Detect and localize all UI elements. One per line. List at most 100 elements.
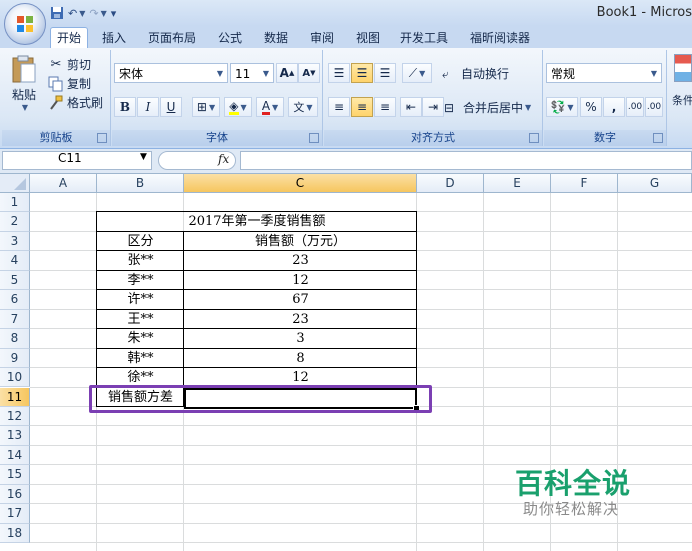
- percent-button[interactable]: %: [580, 97, 602, 117]
- redo-icon[interactable]: ↷ ▼: [89, 5, 106, 21]
- tab-developer[interactable]: 开发工具: [394, 29, 454, 48]
- italic-button[interactable]: I: [137, 97, 159, 117]
- align-right-icon: ≡: [379, 100, 391, 114]
- row-header[interactable]: 14: [0, 445, 30, 466]
- align-top-button[interactable]: ☰: [328, 63, 350, 83]
- comma-button[interactable]: ,: [603, 97, 625, 117]
- orientation-button[interactable]: ⟋ ▼: [402, 63, 432, 83]
- format-painter-button[interactable]: 格式刷: [48, 94, 103, 111]
- header-cell-name[interactable]: 区分: [97, 232, 184, 251]
- row-header[interactable]: 4: [0, 251, 30, 271]
- row-header[interactable]: 9: [0, 348, 30, 369]
- align-bottom-button[interactable]: ☰: [374, 63, 396, 83]
- format-painter-label: 格式刷: [67, 96, 104, 110]
- header-cell-sales[interactable]: 销售额（万元）: [184, 232, 417, 251]
- merge-center-button[interactable]: ⊟ 合并后居中 ▼: [444, 99, 531, 116]
- table-cell-name[interactable]: 韩**: [97, 349, 184, 368]
- align-right-button[interactable]: ≡: [374, 97, 396, 117]
- office-button[interactable]: [4, 3, 46, 45]
- tab-insert[interactable]: 插入: [96, 29, 132, 48]
- increase-decimal-button[interactable]: .00: [626, 97, 644, 117]
- tab-formulas[interactable]: 公式: [212, 29, 248, 48]
- row-header[interactable]: 10: [0, 368, 30, 388]
- tab-page-layout[interactable]: 页面布局: [142, 29, 202, 48]
- table-cell-value[interactable]: 23: [184, 310, 417, 329]
- column-header[interactable]: E: [484, 174, 551, 193]
- column-header[interactable]: D: [417, 174, 484, 193]
- undo-icon[interactable]: ↶ ▼: [68, 5, 85, 21]
- row-header[interactable]: 1: [0, 193, 30, 213]
- table-cell-name[interactable]: 李**: [97, 271, 184, 290]
- table-cell-name[interactable]: 王**: [97, 310, 184, 329]
- row-header[interactable]: 6: [0, 290, 30, 310]
- column-header[interactable]: G: [618, 174, 692, 193]
- decrease-decimal-button[interactable]: .00: [645, 97, 663, 117]
- conditional-formatting-button[interactable]: 条件: [672, 54, 692, 108]
- paste-button[interactable]: 粘贴 ▼: [6, 54, 42, 112]
- wrap-text-button[interactable]: ⤶ 自动换行: [442, 65, 509, 82]
- table-cell-value[interactable]: 12: [184, 271, 417, 290]
- copy-button[interactable]: 复制: [48, 75, 91, 92]
- table-title-cell[interactable]: 2017年第一季度销售额: [97, 212, 417, 231]
- tab-home[interactable]: 开始: [50, 27, 89, 49]
- row-header[interactable]: 12: [0, 406, 30, 427]
- column-header[interactable]: B: [97, 174, 184, 193]
- select-all-corner[interactable]: [0, 174, 30, 193]
- insert-function-icon[interactable]: fx: [218, 152, 229, 166]
- shrink-font-button[interactable]: A ▼: [298, 63, 320, 83]
- row-header[interactable]: 18: [0, 523, 30, 544]
- table-cell-name[interactable]: 张**: [97, 251, 184, 270]
- column-header[interactable]: C: [184, 174, 417, 193]
- row-header[interactable]: 3: [0, 231, 30, 252]
- formula-input[interactable]: [240, 151, 692, 170]
- tab-view[interactable]: 视图: [350, 29, 386, 48]
- number-launcher-icon[interactable]: .: [653, 133, 663, 143]
- customize-qat-icon[interactable]: ▾: [111, 5, 117, 21]
- fill-color-button[interactable]: ◈ ▼: [224, 97, 252, 117]
- bold-button[interactable]: B: [114, 97, 136, 117]
- paste-dropdown-icon[interactable]: ▼: [22, 103, 28, 112]
- accounting-format-button[interactable]: 💱 ▼: [546, 97, 578, 117]
- font-launcher-icon[interactable]: .: [309, 133, 319, 143]
- table-cell-name[interactable]: 朱**: [97, 329, 184, 348]
- table-cell-value[interactable]: 8: [184, 349, 417, 368]
- row-header[interactable]: 16: [0, 484, 30, 505]
- alignment-launcher-icon[interactable]: .: [529, 133, 539, 143]
- grow-font-button[interactable]: A ▲: [276, 63, 298, 83]
- row-header[interactable]: 17: [0, 504, 30, 524]
- row-header[interactable]: 2: [0, 212, 30, 232]
- row-header[interactable]: 7: [0, 309, 30, 330]
- underline-button[interactable]: U: [160, 97, 182, 117]
- row-header[interactable]: 5: [0, 270, 30, 291]
- tab-review[interactable]: 审阅: [304, 29, 340, 48]
- font-name-select[interactable]: 宋体 ▼: [114, 63, 228, 83]
- table-border: [183, 230, 184, 406]
- cut-button[interactable]: ✂ 剪切: [48, 56, 91, 73]
- font-size-select[interactable]: 11 ▼: [230, 63, 274, 83]
- table-cell-name[interactable]: 许**: [97, 290, 184, 309]
- conditional-formatting-label: 条件: [672, 94, 692, 107]
- align-center-button[interactable]: ≡: [351, 97, 373, 117]
- row-header[interactable]: 8: [0, 329, 30, 349]
- row-header[interactable]: 15: [0, 465, 30, 485]
- align-middle-button[interactable]: ☰: [351, 63, 373, 83]
- clipboard-launcher-icon[interactable]: .: [97, 133, 107, 143]
- table-cell-value[interactable]: 67: [184, 290, 417, 309]
- column-header[interactable]: A: [30, 174, 97, 193]
- align-left-button[interactable]: ≡: [328, 97, 350, 117]
- increase-indent-button[interactable]: ⇥: [422, 97, 444, 117]
- chevron-down-icon[interactable]: ▼: [140, 152, 147, 162]
- number-format-select[interactable]: 常规 ▼: [546, 63, 662, 83]
- row-header[interactable]: 13: [0, 426, 30, 446]
- save-icon[interactable]: [50, 5, 64, 21]
- row-header[interactable]: 11: [0, 387, 30, 407]
- decrease-indent-button[interactable]: ⇤: [400, 97, 422, 117]
- tab-foxit-reader[interactable]: 福昕阅读器: [464, 29, 536, 48]
- borders-button[interactable]: ⊞ ▼: [192, 97, 220, 117]
- column-header[interactable]: F: [551, 174, 618, 193]
- font-color-button[interactable]: A ▼: [256, 97, 284, 117]
- tab-data[interactable]: 数据: [258, 29, 294, 48]
- table-cell-value[interactable]: 23: [184, 251, 417, 270]
- phonetic-button[interactable]: 文 ▼: [288, 97, 318, 117]
- table-cell-value[interactable]: 3: [184, 329, 417, 348]
